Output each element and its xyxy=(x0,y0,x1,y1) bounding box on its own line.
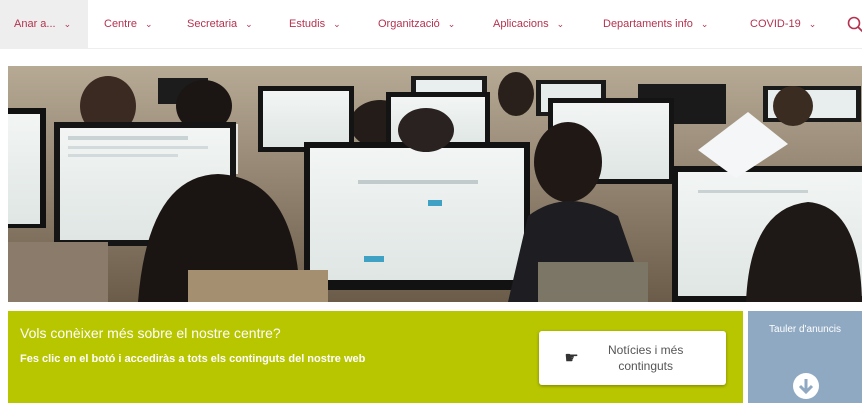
chevron-down-icon: ⌄ xyxy=(245,18,253,29)
chevron-down-icon: ⌄ xyxy=(333,18,341,29)
news-button-label: Notícies i més continguts xyxy=(607,343,684,373)
nav-item-label: COVID-19 xyxy=(750,18,801,30)
nav-item-aplicacions[interactable]: Aplicacions ⌄ xyxy=(493,0,564,48)
nav-item-label: Aplicacions xyxy=(493,18,549,30)
top-navigation: Anar a... ⌄ Centre ⌄ Secretaria ⌄ Estudi… xyxy=(0,0,862,49)
chevron-down-icon: ⌄ xyxy=(700,18,709,29)
chevron-down-icon: ⌄ xyxy=(556,18,565,29)
notice-board-label: Tauler d'anuncis xyxy=(769,324,841,335)
chevron-down-icon: ⌄ xyxy=(63,18,72,29)
nav-item-label: Centre xyxy=(104,18,138,30)
nav-item-anar-a[interactable]: Anar a... ⌄ xyxy=(0,0,88,48)
nav-item-secretaria[interactable]: Secretaria ⌄ xyxy=(187,0,253,48)
chevron-down-icon: ⌄ xyxy=(145,18,153,29)
nav-item-label: Estudis xyxy=(289,18,326,30)
news-button[interactable]: ☛ Notícies i més continguts xyxy=(539,331,726,385)
banner-text: Fes clic en el botó i accediràs a tots e… xyxy=(20,353,366,365)
nav-item-organitzacio[interactable]: Organització ⌄ xyxy=(378,0,455,48)
search-icon[interactable] xyxy=(846,14,862,34)
nav-item-label: Anar a... xyxy=(14,18,56,30)
notice-board-panel[interactable]: Tauler d'anuncis xyxy=(748,311,862,403)
nav-item-covid-19[interactable]: COVID-19 ⌄ xyxy=(750,0,816,48)
nav-item-centre[interactable]: Centre ⌄ xyxy=(104,0,153,48)
chevron-down-icon: ⌄ xyxy=(808,18,817,29)
banner-title: Vols conèixer més sobre el nostre centre… xyxy=(20,325,281,341)
hero-photo xyxy=(8,66,862,302)
nav-item-label: Secretaria xyxy=(187,18,238,30)
chevron-down-icon: ⌄ xyxy=(447,18,456,29)
info-banner: Vols conèixer més sobre el nostre centre… xyxy=(8,311,743,403)
nav-item-estudis[interactable]: Estudis ⌄ xyxy=(289,0,341,48)
nav-item-label: Departaments info xyxy=(603,18,693,30)
arrow-down-circle-icon[interactable] xyxy=(793,373,819,399)
nav-item-departaments-info[interactable]: Departaments info ⌄ xyxy=(603,0,708,48)
pointing-hand-icon: ☛ xyxy=(564,350,579,367)
nav-item-label: Organització xyxy=(378,18,440,30)
